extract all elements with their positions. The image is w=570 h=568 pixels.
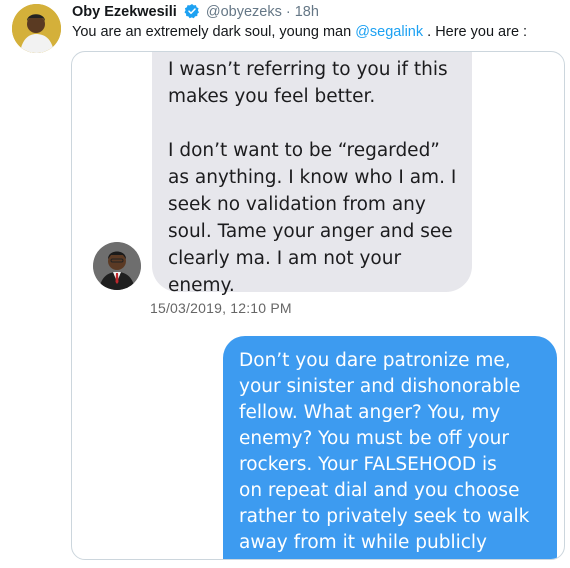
sent-message-text: Don’t you dare patronize me, your sinist… <box>239 350 530 553</box>
received-message-bubble: I wasn’t referring to you if this makes … <box>152 52 472 296</box>
verified-badge-icon <box>184 3 200 24</box>
header-separator: · <box>285 4 291 20</box>
author-avatar[interactable] <box>12 4 61 53</box>
author-display-name[interactable]: Oby Ezekwesili <box>72 4 177 20</box>
tweet-timestamp[interactable]: 18h <box>295 4 319 20</box>
sent-message-bubble: Don’t you dare patronize me, your sinist… <box>223 336 557 559</box>
tweet-text-before: You are an extremely dark soul, young ma… <box>72 24 356 40</box>
message-timestamp: 15/03/2019, 12:10 PM <box>150 300 292 316</box>
received-message-paragraph: I wasn’t referring to you if this makes … <box>168 59 448 107</box>
tweet-text-after: . Here you are : <box>423 24 528 40</box>
tweet-header: Oby Ezekwesili @obyezeks · 18h <box>72 3 319 24</box>
tweet-text: You are an extremely dark soul, young ma… <box>72 23 527 42</box>
author-handle[interactable]: @obyezeks <box>206 4 282 20</box>
sender-avatar <box>93 242 141 290</box>
tweet: Oby Ezekwesili @obyezeks · 18h You are a… <box>0 0 570 568</box>
received-message-paragraph: I don’t want to be “regarded” as anythin… <box>168 140 457 296</box>
mention-link[interactable]: @segalink <box>355 24 423 40</box>
attached-screenshot[interactable]: I wasn’t referring to you if this makes … <box>71 51 565 560</box>
